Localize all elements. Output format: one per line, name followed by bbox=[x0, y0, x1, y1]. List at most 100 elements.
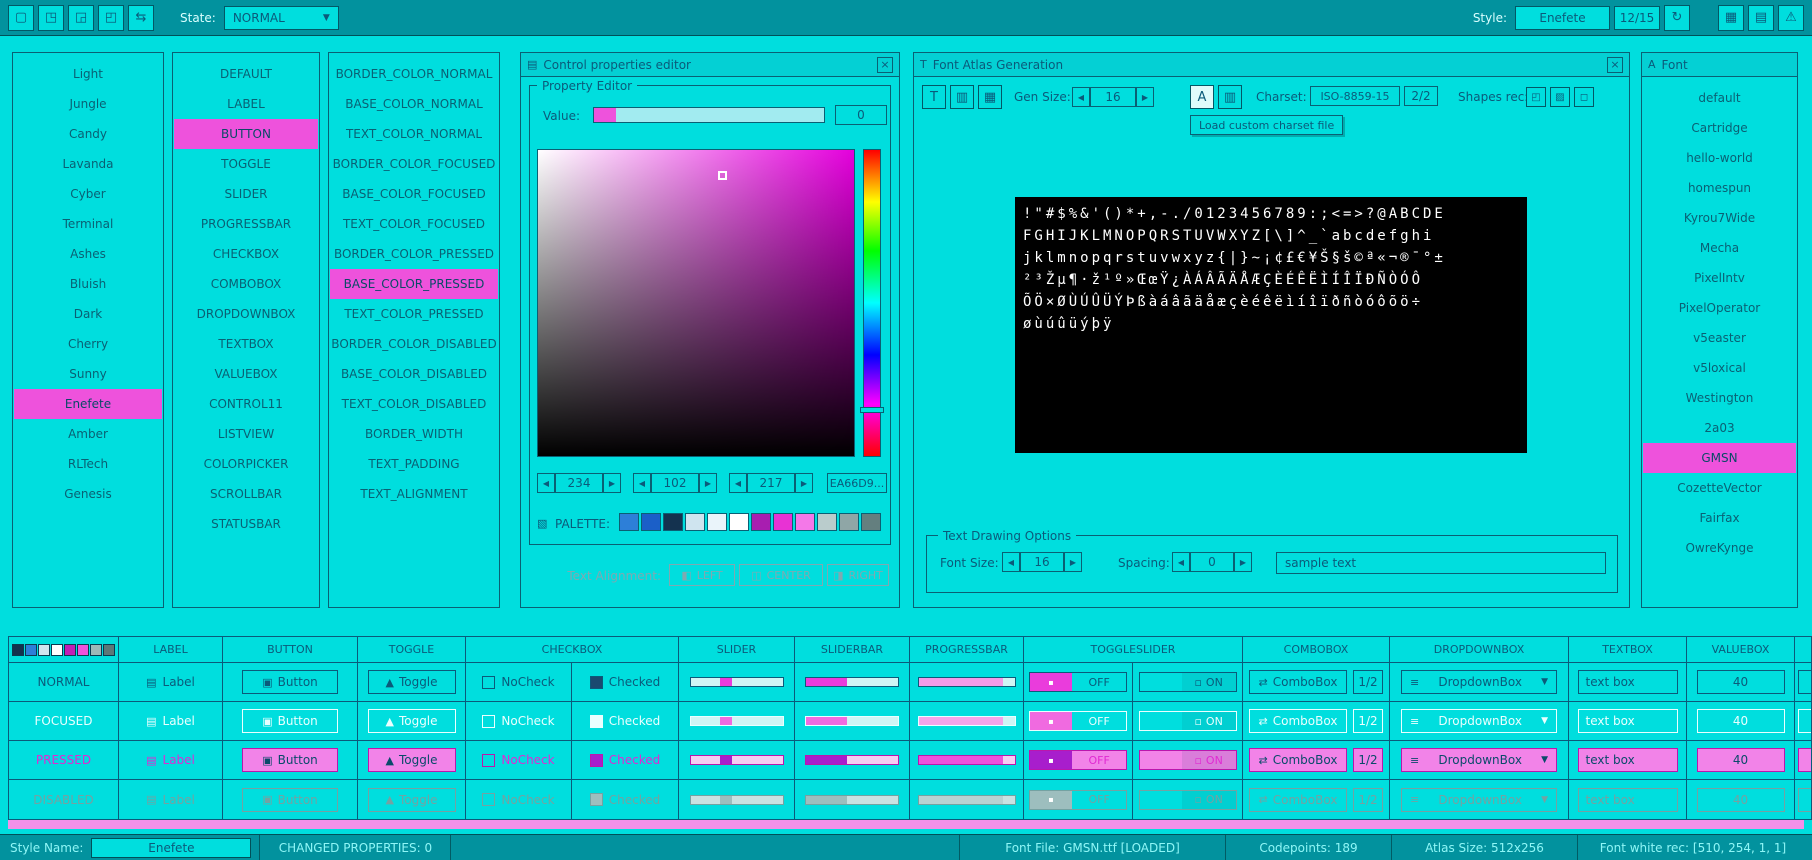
list-item-default[interactable]: DEFAULT bbox=[173, 59, 319, 89]
align-center-button[interactable]: ◫ CENTER bbox=[739, 564, 823, 586]
close-properties-button[interactable]: × bbox=[877, 57, 893, 73]
list-item-lavanda[interactable]: Lavanda bbox=[13, 149, 163, 179]
list-item-scrollbar[interactable]: SCROLLBAR bbox=[173, 479, 319, 509]
sample-toggle[interactable]: ▲Toggle bbox=[368, 709, 456, 733]
list-item-cherry[interactable]: Cherry bbox=[13, 329, 163, 359]
list-item-fairfax[interactable]: Fairfax bbox=[1642, 503, 1797, 533]
combobox-index[interactable]: 1/2 bbox=[1353, 709, 1383, 733]
list-item-cartridge[interactable]: Cartridge bbox=[1642, 113, 1797, 143]
green-increase-button[interactable]: ▶ bbox=[699, 473, 717, 493]
load-charset-button[interactable]: A bbox=[1190, 85, 1214, 109]
list-item-button[interactable]: BUTTON bbox=[174, 119, 318, 149]
list-item-text-color-pressed[interactable]: TEXT_COLOR_PRESSED bbox=[329, 299, 499, 329]
hue-bar[interactable] bbox=[863, 149, 881, 457]
toggle-slider-knob[interactable]: ▫ON bbox=[1182, 673, 1236, 691]
slider-knob[interactable] bbox=[720, 678, 732, 686]
shapes-rec-button-2[interactable]: ▨ bbox=[1550, 87, 1570, 107]
color-swatch[interactable] bbox=[103, 644, 115, 656]
sample-toggle[interactable]: ▲Toggle bbox=[368, 748, 456, 772]
list-item-kyrou7wide[interactable]: Kyrou7Wide bbox=[1642, 203, 1797, 233]
font-size-decrease-button[interactable]: ◀ bbox=[1002, 552, 1020, 572]
list-item-homespun[interactable]: homespun bbox=[1642, 173, 1797, 203]
shapes-rec-button-3[interactable]: ◻ bbox=[1574, 87, 1594, 107]
green-decrease-button[interactable]: ◀ bbox=[633, 473, 651, 493]
list-item-enefete[interactable]: Enefete bbox=[14, 389, 162, 419]
randomize-style-button[interactable]: ⇆ bbox=[128, 5, 154, 31]
clipped-control[interactable] bbox=[1798, 748, 1811, 772]
save-style-button[interactable]: ◲ bbox=[68, 5, 94, 31]
list-item-text-color-focused[interactable]: TEXT_COLOR_FOCUSED bbox=[329, 209, 499, 239]
list-item-owrekynge[interactable]: OwreKynge bbox=[1642, 533, 1797, 563]
style-name-box[interactable]: Enefete bbox=[1515, 6, 1610, 30]
list-item-border-color-focused[interactable]: BORDER_COLOR_FOCUSED bbox=[329, 149, 499, 179]
list-item-genesis[interactable]: Genesis bbox=[13, 479, 163, 509]
font-atlas-titlebar[interactable]: T Font Atlas Generation × bbox=[914, 53, 1629, 77]
sample-sliderbar[interactable] bbox=[805, 716, 899, 726]
list-item-v5easter[interactable]: v5easter bbox=[1642, 323, 1797, 353]
clipped-control[interactable] bbox=[1798, 670, 1811, 694]
toggle-slider-off[interactable]: ▪OFF bbox=[1029, 711, 1127, 731]
list-item-hello-world[interactable]: hello-world bbox=[1642, 143, 1797, 173]
toggle-slider-knob[interactable]: ▫ON bbox=[1182, 712, 1236, 730]
list-item-progressbar[interactable]: PROGRESSBAR bbox=[173, 209, 319, 239]
sample-textbox[interactable]: text box bbox=[1578, 709, 1678, 733]
list-item-pixeloperator[interactable]: PixelOperator bbox=[1642, 293, 1797, 323]
font-panel-titlebar[interactable]: A Font bbox=[1642, 53, 1797, 77]
list-item-sunny[interactable]: Sunny bbox=[13, 359, 163, 389]
sample-textbox[interactable]: text box bbox=[1578, 748, 1678, 772]
list-item-text-color-disabled[interactable]: TEXT_COLOR_DISABLED bbox=[329, 389, 499, 419]
sample-sliderbar[interactable] bbox=[805, 677, 899, 687]
font-size-value[interactable]: 16 bbox=[1020, 552, 1064, 572]
red-decrease-button[interactable]: ◀ bbox=[537, 473, 555, 493]
font-text-button[interactable]: T bbox=[922, 85, 946, 109]
slider-knob[interactable] bbox=[720, 756, 732, 764]
export-atlas-button[interactable]: ▦ bbox=[978, 85, 1002, 109]
font-atlas-preview[interactable]: !"#$%&'()*+,-./0123456789:;<=>?@ABCDE FG… bbox=[1015, 197, 1527, 453]
list-item-listview[interactable]: LISTVIEW bbox=[173, 419, 319, 449]
sample-dropdownbox[interactable]: ≡DropdownBox▼ bbox=[1401, 709, 1557, 733]
toggle-slider-on[interactable]: ▫ON bbox=[1139, 711, 1237, 731]
combobox-index[interactable]: 1/2 bbox=[1353, 670, 1383, 694]
toggle-slider-off[interactable]: ▪OFF bbox=[1029, 750, 1127, 770]
sample-dropdownbox[interactable]: ≡DropdownBox▼ bbox=[1401, 748, 1557, 772]
checkbox-checked[interactable] bbox=[590, 715, 603, 728]
color-swatch[interactable] bbox=[773, 513, 793, 531]
toggle-slider-off[interactable]: ▪OFF bbox=[1029, 672, 1127, 692]
list-item-base-color-disabled[interactable]: BASE_COLOR_DISABLED bbox=[329, 359, 499, 389]
list-item-border-color-disabled[interactable]: BORDER_COLOR_DISABLED bbox=[329, 329, 499, 359]
list-item-base-color-normal[interactable]: BASE_COLOR_NORMAL bbox=[329, 89, 499, 119]
blue-decrease-button[interactable]: ◀ bbox=[729, 473, 747, 493]
checkbox-checked[interactable] bbox=[590, 676, 603, 689]
list-item-v5loxical[interactable]: v5loxical bbox=[1642, 353, 1797, 383]
list-item-toggle[interactable]: TOGGLE bbox=[173, 149, 319, 179]
test-table-button[interactable]: ▤ bbox=[1748, 5, 1774, 31]
charset-mode-button[interactable]: ▥ bbox=[1218, 85, 1242, 109]
color-swatch[interactable] bbox=[839, 513, 859, 531]
color-swatch[interactable] bbox=[751, 513, 771, 531]
color-swatch[interactable] bbox=[707, 513, 727, 531]
sample-combobox[interactable]: ⇄ComboBox bbox=[1249, 709, 1347, 733]
list-item-cozettevector[interactable]: CozetteVector bbox=[1642, 473, 1797, 503]
sample-valuebox[interactable]: 40 bbox=[1697, 709, 1785, 733]
sample-slider[interactable] bbox=[690, 677, 784, 687]
color-swatch[interactable] bbox=[861, 513, 881, 531]
sample-toggle[interactable]: ▲Toggle bbox=[368, 670, 456, 694]
sample-button[interactable]: ▣Button bbox=[242, 709, 338, 733]
list-item-default[interactable]: default bbox=[1642, 83, 1797, 113]
list-item-combobox[interactable]: COMBOBOX bbox=[173, 269, 319, 299]
color-swatch[interactable] bbox=[51, 644, 63, 656]
list-item-base-color-focused[interactable]: BASE_COLOR_FOCUSED bbox=[329, 179, 499, 209]
list-item-pixelintv[interactable]: PixelIntv bbox=[1642, 263, 1797, 293]
blue-value[interactable]: 217 bbox=[747, 473, 795, 493]
hex-value-box[interactable]: EA66D9... bbox=[827, 473, 887, 493]
list-item-text-alignment[interactable]: TEXT_ALIGNMENT bbox=[329, 479, 499, 509]
list-item-candy[interactable]: Candy bbox=[13, 119, 163, 149]
sample-combobox[interactable]: ⇄ComboBox bbox=[1249, 670, 1347, 694]
list-item-border-color-normal[interactable]: BORDER_COLOR_NORMAL bbox=[329, 59, 499, 89]
list-item-gmsn[interactable]: GMSN bbox=[1643, 443, 1796, 473]
color-swatch[interactable] bbox=[12, 644, 24, 656]
color-swatch[interactable] bbox=[77, 644, 89, 656]
sample-sliderbar[interactable] bbox=[805, 755, 899, 765]
sample-slider[interactable] bbox=[690, 755, 784, 765]
list-item-dark[interactable]: Dark bbox=[13, 299, 163, 329]
